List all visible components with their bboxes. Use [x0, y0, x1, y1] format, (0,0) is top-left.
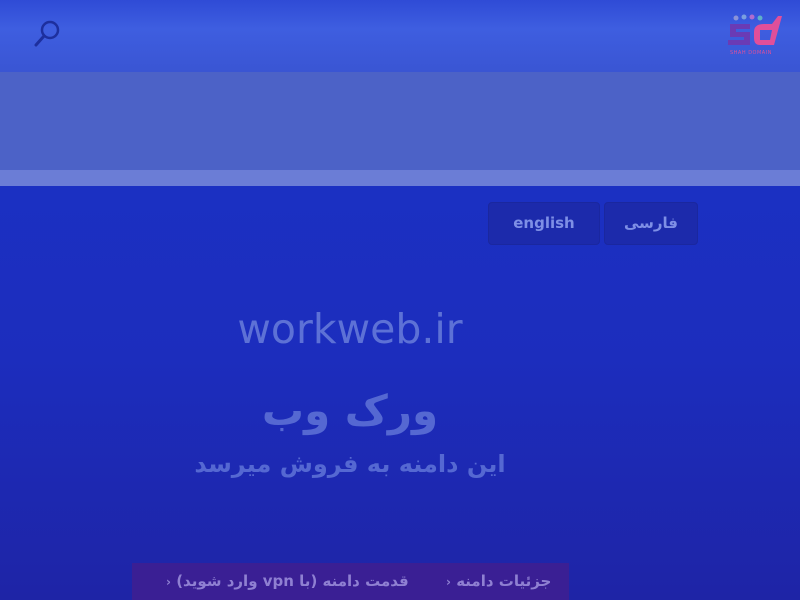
- bottom-nav-bar: › قدمت دامنه (با vpn وارد شوید) › جزئیات…: [132, 563, 569, 600]
- farsi-button[interactable]: فارسی: [604, 202, 698, 245]
- search-button[interactable]: [32, 18, 64, 50]
- domain-details-label: جزئیات دامنه: [456, 572, 552, 590]
- domain-title-fa: ورک وب: [261, 386, 439, 435]
- domain-details-link[interactable]: › جزئیات دامنه: [440, 572, 551, 590]
- band-stripe: [0, 170, 800, 186]
- chevron-right-icon: ›: [446, 575, 451, 589]
- english-button[interactable]: english: [488, 202, 600, 245]
- chevron-right-icon: ›: [166, 575, 171, 589]
- domain-history-link[interactable]: › قدمت دامنه (با vpn وارد شوید): [160, 572, 409, 590]
- for-sale-text: این دامنه به فروش میرسد: [194, 450, 506, 478]
- domain-name: workweb.ir: [237, 305, 463, 353]
- search-icon: [34, 20, 60, 47]
- header-band: [0, 72, 800, 170]
- top-header: SHAH DOMAIN: [0, 0, 800, 73]
- site-logo[interactable]: SHAH DOMAIN: [724, 12, 786, 60]
- logo-icon: [728, 14, 782, 45]
- logo-caption: SHAH DOMAIN: [730, 50, 772, 56]
- domain-history-label: قدمت دامنه (با vpn وارد شوید): [176, 572, 409, 590]
